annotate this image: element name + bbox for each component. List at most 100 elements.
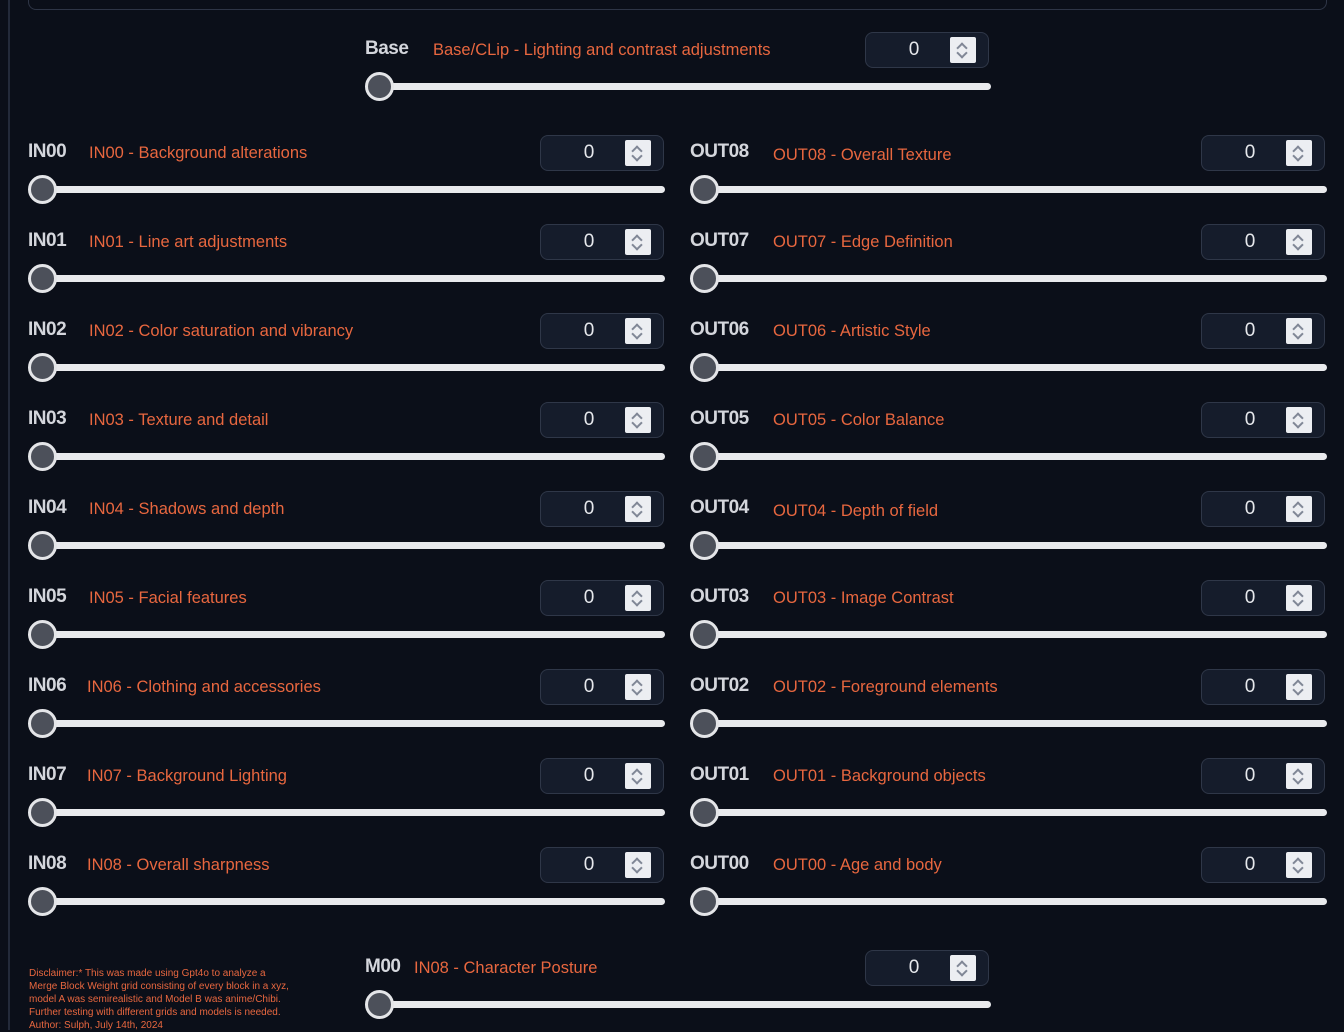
slider-track[interactable] xyxy=(367,83,991,90)
slider-thumb[interactable] xyxy=(690,442,719,471)
slider-track[interactable] xyxy=(30,542,665,549)
slider-thumb[interactable] xyxy=(28,442,57,471)
slider-thumb[interactable] xyxy=(28,709,57,738)
slider-thumb[interactable] xyxy=(365,990,394,1019)
spinner-buttons[interactable] xyxy=(1286,496,1312,522)
weight-value[interactable]: 0 xyxy=(541,136,637,170)
slider-thumb[interactable] xyxy=(690,709,719,738)
spinner-buttons[interactable] xyxy=(950,955,976,981)
weight-number-input[interactable]: 0 xyxy=(1201,402,1325,438)
slider-track[interactable] xyxy=(692,631,1327,638)
slider-track[interactable] xyxy=(692,275,1327,282)
slider-thumb[interactable] xyxy=(690,353,719,382)
spinner-buttons[interactable] xyxy=(1286,585,1312,611)
slider-track[interactable] xyxy=(30,275,665,282)
slider-thumb[interactable] xyxy=(690,798,719,827)
spinner-buttons[interactable] xyxy=(625,140,651,166)
spinner-buttons[interactable] xyxy=(625,496,651,522)
slider-track[interactable] xyxy=(30,186,665,193)
weight-value[interactable]: 0 xyxy=(1202,581,1298,615)
weight-number-input[interactable]: 0 xyxy=(540,135,664,171)
slider-track[interactable] xyxy=(30,809,665,816)
weight-value[interactable]: 0 xyxy=(541,848,637,882)
slider-thumb[interactable] xyxy=(28,175,57,204)
weight-value[interactable]: 0 xyxy=(1202,136,1298,170)
weight-number-input[interactable]: 0 xyxy=(1201,491,1325,527)
weight-number-input[interactable]: 0 xyxy=(1201,847,1325,883)
slider-track[interactable] xyxy=(692,720,1327,727)
weight-number-input[interactable]: 0 xyxy=(1201,669,1325,705)
spinner-buttons[interactable] xyxy=(625,674,651,700)
weight-number-input[interactable]: 0 xyxy=(1201,580,1325,616)
slider-track[interactable] xyxy=(692,186,1327,193)
spinner-buttons[interactable] xyxy=(1286,229,1312,255)
slider-track[interactable] xyxy=(30,453,665,460)
spinner-buttons[interactable] xyxy=(625,318,651,344)
spinner-buttons[interactable] xyxy=(625,763,651,789)
spinner-buttons[interactable] xyxy=(625,585,651,611)
weight-value[interactable]: 0 xyxy=(1202,314,1298,348)
weight-value[interactable]: 0 xyxy=(541,670,637,704)
weight-value[interactable]: 0 xyxy=(541,225,637,259)
weight-value[interactable]: 0 xyxy=(541,403,637,437)
weight-value[interactable]: 0 xyxy=(541,581,637,615)
slider-thumb[interactable] xyxy=(690,264,719,293)
slider-thumb[interactable] xyxy=(28,798,57,827)
weight-value[interactable]: 0 xyxy=(1202,848,1298,882)
weight-value[interactable]: 0 xyxy=(1202,759,1298,793)
weight-value[interactable]: 0 xyxy=(866,33,962,67)
weight-number-input[interactable]: 0 xyxy=(865,950,989,986)
slider-thumb[interactable] xyxy=(690,175,719,204)
weight-value[interactable]: 0 xyxy=(541,314,637,348)
spinner-buttons[interactable] xyxy=(950,37,976,63)
slider-thumb[interactable] xyxy=(28,531,57,560)
weight-number-input[interactable]: 0 xyxy=(1201,758,1325,794)
slider-thumb[interactable] xyxy=(690,531,719,560)
slider-track[interactable] xyxy=(30,364,665,371)
slider-track[interactable] xyxy=(692,364,1327,371)
slider-thumb[interactable] xyxy=(28,620,57,649)
spinner-buttons[interactable] xyxy=(1286,852,1312,878)
weight-value[interactable]: 0 xyxy=(1202,670,1298,704)
weight-value[interactable]: 0 xyxy=(866,951,962,985)
weight-number-input[interactable]: 0 xyxy=(1201,135,1325,171)
slider-track[interactable] xyxy=(367,1001,991,1008)
slider-track[interactable] xyxy=(692,542,1327,549)
weight-number-input[interactable]: 0 xyxy=(540,313,664,349)
spinner-buttons[interactable] xyxy=(1286,763,1312,789)
spinner-buttons[interactable] xyxy=(625,229,651,255)
spinner-buttons[interactable] xyxy=(1286,318,1312,344)
slider-thumb[interactable] xyxy=(365,72,394,101)
weight-number-input[interactable]: 0 xyxy=(540,847,664,883)
slider-track[interactable] xyxy=(692,809,1327,816)
weight-number-input[interactable]: 0 xyxy=(540,580,664,616)
slider-thumb[interactable] xyxy=(690,620,719,649)
spinner-buttons[interactable] xyxy=(625,852,651,878)
weight-value[interactable]: 0 xyxy=(541,492,637,526)
weight-value[interactable]: 0 xyxy=(541,759,637,793)
slider-track[interactable] xyxy=(30,631,665,638)
slider-track[interactable] xyxy=(30,720,665,727)
weight-number-input[interactable]: 0 xyxy=(1201,313,1325,349)
spinner-buttons[interactable] xyxy=(1286,140,1312,166)
slider-thumb[interactable] xyxy=(28,353,57,382)
weight-number-input[interactable]: 0 xyxy=(865,32,989,68)
slider-thumb[interactable] xyxy=(28,264,57,293)
weight-number-input[interactable]: 0 xyxy=(540,224,664,260)
slider-track[interactable] xyxy=(30,898,665,905)
slider-track[interactable] xyxy=(692,453,1327,460)
spinner-buttons[interactable] xyxy=(1286,674,1312,700)
weight-value[interactable]: 0 xyxy=(1202,492,1298,526)
weight-value[interactable]: 0 xyxy=(1202,225,1298,259)
weight-number-input[interactable]: 0 xyxy=(540,402,664,438)
slider-track[interactable] xyxy=(692,898,1327,905)
spinner-buttons[interactable] xyxy=(1286,407,1312,433)
weight-number-input[interactable]: 0 xyxy=(540,758,664,794)
weight-number-input[interactable]: 0 xyxy=(540,491,664,527)
spinner-buttons[interactable] xyxy=(625,407,651,433)
weight-number-input[interactable]: 0 xyxy=(1201,224,1325,260)
slider-thumb[interactable] xyxy=(690,887,719,916)
weight-number-input[interactable]: 0 xyxy=(540,669,664,705)
weight-value[interactable]: 0 xyxy=(1202,403,1298,437)
slider-thumb[interactable] xyxy=(28,887,57,916)
